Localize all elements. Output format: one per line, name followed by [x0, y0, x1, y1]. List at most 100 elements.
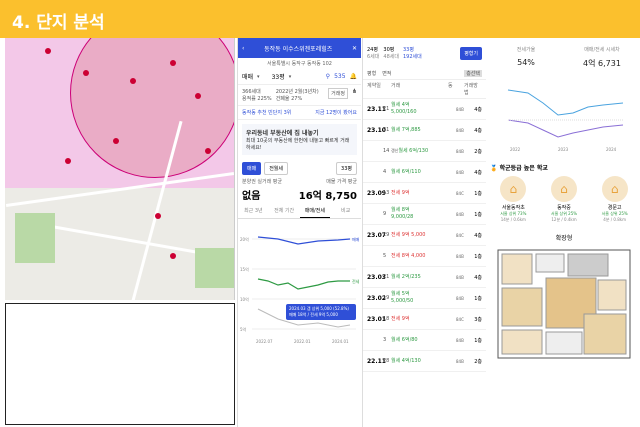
price-chart[interactable]: 20억 15억 10억 5억 매매 전세 2022.07 2022.01 202…: [238, 219, 361, 349]
row-day: 9: [383, 211, 387, 217]
floorplan-image: [497, 249, 631, 359]
school-list: ⌂ 서울동작초 서울 상위 73% 14분 / 0.6km ⌂ 동작중 서울 상…: [488, 176, 640, 223]
row-floor: 4층: [474, 274, 482, 281]
row-floor: 2층: [474, 148, 482, 155]
row-date: 23.03: [367, 273, 386, 281]
row-date: 22.11: [367, 357, 386, 365]
table-row[interactable]: 23.11 21 월세 4억 5,000/160 84B 4층: [363, 99, 486, 120]
tab-size[interactable]: 33평 192세대: [403, 46, 422, 60]
row-day: 18: [383, 316, 390, 322]
avg-label: 분양권 실거래 평균: [242, 179, 282, 185]
row-price: 월세 8억 9,000/28: [391, 207, 414, 220]
tab-sale[interactable]: 매매: [242, 162, 262, 175]
jeonse-line: [257, 278, 350, 290]
transaction-list: 23.11 21 월세 4억 5,000/160 84B 4층 23.10 31 월세 7억,8…: [363, 99, 486, 372]
tab-period[interactable]: 전체 기간: [269, 204, 300, 218]
map-pin[interactable]: [45, 48, 51, 54]
chevron-down-icon[interactable]: ▾: [289, 74, 292, 80]
row-day: 28: [383, 358, 390, 364]
y-tick: 15억: [240, 266, 249, 272]
row-day: 21: [383, 106, 390, 112]
row-dong: 84B: [456, 337, 464, 343]
share-icon[interactable]: ⋔: [352, 88, 357, 95]
row-dong: 84B: [456, 106, 464, 112]
search-icon[interactable]: ⚲: [326, 73, 330, 80]
row-dong: 84C: [456, 232, 464, 238]
close-icon[interactable]: ✕: [352, 45, 357, 52]
rank-row: 동작동 추천 빈단지 3위 지금 12명이 봤어요: [238, 106, 361, 120]
row-dong: 84B: [456, 127, 464, 133]
school-card[interactable]: ⌂ 서울동작초 서울 상위 73% 14분 / 0.6km: [492, 176, 534, 223]
table-row[interactable]: 23.07 19 전세 9억 5,000 84C 4층: [363, 225, 486, 246]
bell-icon[interactable]: 🔔: [350, 73, 357, 80]
map-pin[interactable]: [155, 213, 161, 219]
table-row[interactable]: 9 월세 8억 9,000/28 84B 1층: [363, 204, 486, 225]
tab-jeonse[interactable]: 전월세: [264, 162, 289, 175]
map-pin[interactable]: [195, 93, 201, 99]
tab-size[interactable]: 24평 6세대: [367, 46, 379, 60]
map-pin[interactable]: [65, 158, 71, 164]
map-pin[interactable]: [130, 78, 136, 84]
map-pin[interactable]: [113, 138, 119, 144]
row-day: 3: [383, 337, 387, 343]
map-pin[interactable]: [170, 253, 176, 259]
table-row[interactable]: 14 갱신 월세 6억/130 84B 2층: [363, 141, 486, 162]
deal-tabs: 매매 전월세 33평: [238, 159, 361, 178]
school-card[interactable]: ⌂ 동작중 서울 상위 25% 12분 / 0.4km: [543, 176, 585, 223]
row-dong: 84B: [456, 295, 464, 301]
row-floor: 3층: [474, 316, 482, 323]
building-coverage: 건폐율 27%: [275, 96, 303, 102]
back-icon[interactable]: ‹: [242, 45, 244, 52]
size-select[interactable]: 33평: [272, 72, 285, 81]
legend-sale: 매매: [352, 236, 360, 242]
row-price: 월세 4억/130: [391, 357, 421, 364]
x-tick: 2022.01: [294, 339, 311, 344]
row-day: 14: [383, 148, 390, 154]
table-row[interactable]: 3 월세 6억/80 84B 1층: [363, 330, 486, 351]
detail-topbar: ‹ 동작동 이수스위첸포레힐즈 ✕: [238, 38, 361, 58]
filter-area[interactable]: 면적: [382, 70, 391, 77]
table-row[interactable]: 23.01 18 전세 9억 84C 3층: [363, 309, 486, 330]
info-button[interactable]: 거래정: [328, 88, 348, 99]
svg-text:2024: 2024: [606, 147, 617, 152]
type-label[interactable]: 매매: [242, 72, 253, 81]
tab-period[interactable]: 최근 3년: [238, 204, 269, 218]
table-row[interactable]: 23.09 13 전세 9억 84C 1층: [363, 183, 486, 204]
table-row[interactable]: 22.11 28 월세 4억/130 84B 2층: [363, 351, 486, 372]
table-row[interactable]: 4 월세 6억/110 84B 4층: [363, 162, 486, 183]
table-row[interactable]: 23.03 21 월세 2억/235 84B 4층: [363, 267, 486, 288]
row-dong: 84B: [456, 148, 464, 154]
sell-notice[interactable]: 우리동네 부동산에 집 내놓기 최대 10곳의 부동산에 한번에 내놓고 빠르게…: [242, 124, 357, 155]
school-card[interactable]: ⌂ 경문고 서울 상위 25% 4분 / 0.8km: [594, 176, 636, 223]
map-park: [195, 248, 234, 288]
row-date: 23.07: [367, 231, 386, 239]
row-price: 전세 9억: [391, 189, 410, 196]
row-price: 전세 9억 5,000: [391, 231, 426, 238]
map-pin[interactable]: [205, 148, 211, 154]
table-row[interactable]: 23.02 19 월세 5억 5,000/50 84B 1층: [363, 288, 486, 309]
floorplan-title: 확장형: [555, 235, 573, 242]
y-tick: 5억: [240, 326, 247, 332]
filter-size[interactable]: 평형: [367, 70, 376, 77]
tab-size[interactable]: 30평 48세대: [383, 46, 399, 60]
tab-period[interactable]: 비교: [330, 204, 361, 218]
size-dropdown[interactable]: 33평: [336, 162, 357, 175]
row-floor: 1층: [474, 211, 482, 218]
school-icon: ⌂: [601, 176, 628, 202]
tooltip-line: 매매 18억 / 전세 9억 5,000: [289, 312, 338, 317]
chevron-down-icon[interactable]: ▾: [257, 74, 260, 80]
type-selector-row: 매매 ▾ 33평 ▾ ⚲ 535 🔔: [238, 69, 361, 85]
row-day: 13: [383, 190, 390, 196]
map-pin[interactable]: [170, 60, 176, 66]
map-panel[interactable]: [5, 38, 235, 300]
filter-floor[interactable]: 층선택: [464, 70, 482, 77]
table-row[interactable]: 23.10 31 월세 7억,885 84B 4층: [363, 120, 486, 141]
size-compare-button[interactable]: 평형기: [460, 46, 482, 60]
listing-detail-screen: ‹ 동작동 이수스위첸포레힐즈 ✕ 서울특별시 동작구 동작동 102 매매 ▾…: [237, 38, 361, 427]
map-pin[interactable]: [83, 70, 89, 76]
row-dong: 84C: [456, 316, 464, 322]
table-row[interactable]: 5 전세 8억 4,000 84B 1층: [363, 246, 486, 267]
listing-count[interactable]: 535: [334, 73, 345, 80]
tab-period[interactable]: 매매/전세: [299, 204, 331, 218]
complex-info-row: 366세대 용적률 225% 2022년 2월(3년차) 건폐율 27% 거래정…: [238, 85, 361, 106]
